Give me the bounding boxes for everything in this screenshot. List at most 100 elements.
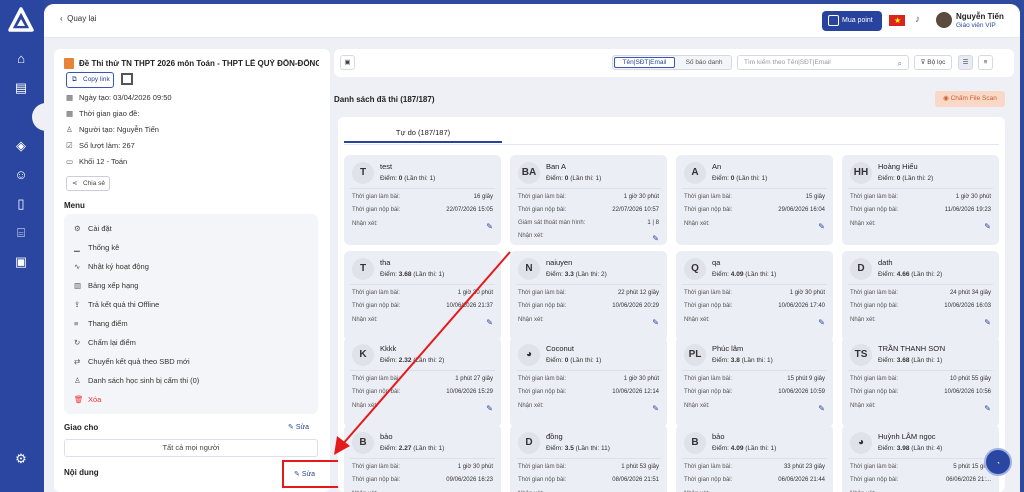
student-card[interactable]: ◕ Coconut Điểm: 0 (Lần thi: 1) Thời gian là… — [510, 337, 667, 427]
tab-divider — [344, 144, 999, 145]
edit-comment-icon[interactable]: ✎ — [486, 404, 493, 413]
edit-comment-icon[interactable]: ✎ — [984, 318, 991, 327]
home-icon[interactable]: ⌂ — [10, 50, 32, 68]
edit-comment-icon[interactable]: ✎ — [652, 404, 659, 413]
grid-view-icon[interactable]: ☰ — [958, 55, 973, 70]
vietnam-flag-icon[interactable]: ★ — [889, 15, 905, 26]
student-name: dath — [878, 258, 893, 267]
copy-link-button[interactable]: ⧉ Copy link — [66, 72, 114, 88]
student-card[interactable]: TS TRẦN THANH SƠN Điểm: 3.68 (Lần thi: 1) T… — [842, 337, 999, 427]
edit-comment-icon[interactable]: ✎ — [984, 222, 991, 231]
time-spent-value: 1 giờ 30 phút — [955, 194, 991, 200]
edit-comment-icon[interactable]: ✎ — [818, 222, 825, 231]
upload-icon: ⇪ — [74, 300, 81, 309]
menu-item-transfer-sbd[interactable]: ⇄ Chuyển kết quả theo SBD mới — [74, 357, 190, 366]
student-card[interactable]: Ttha Điểm: 3.68 (Lần thi: 1) Thời gian làm… — [344, 251, 501, 341]
bank-icon[interactable]: ⌸ — [10, 224, 32, 242]
cham-file-scan-button[interactable]: ◉ Chấm File Scan — [935, 91, 1005, 107]
document-icon[interactable]: ▤ — [10, 79, 32, 97]
comment-row: Nhận xét: — [518, 233, 659, 239]
layers-icon[interactable]: ◈ — [10, 137, 32, 155]
menu-item-label: Bảng xếp hạng — [88, 281, 139, 290]
student-name: Coconut — [546, 344, 574, 353]
student-card[interactable]: Ttest Điểm: 0 (Lần thi: 1) Thời gian làm b… — [344, 155, 501, 245]
folder-icon[interactable]: ▭ — [10, 108, 32, 126]
avatar: HH — [850, 162, 872, 184]
submit-time-row: Thời gian nộp bài: 06/06/2026 21:... — [850, 477, 991, 483]
student-name: bảo — [712, 432, 725, 441]
gear-icon: ⚙ — [74, 224, 81, 233]
menu-item-statistics[interactable]: ▁ Thống kê — [74, 243, 119, 252]
score-value: 3.68 — [398, 271, 412, 278]
users-icon[interactable]: ☺ — [10, 166, 32, 184]
edit-comment-icon[interactable]: ✎ — [486, 318, 493, 327]
notebook-icon[interactable]: ▣ — [10, 253, 32, 271]
edit-comment-icon[interactable]: ✎ — [652, 234, 659, 243]
comment-row: Nhận xét: — [850, 403, 991, 409]
student-card[interactable]: HH Hoàng Hiếu Điểm: 0 (Lần thi: 2) Thời gia… — [842, 155, 999, 245]
menu-item-ranking[interactable]: ▥ Bảng xếp hạng — [74, 281, 138, 290]
assign-target-field[interactable]: Tất cả mọi người — [64, 439, 318, 457]
student-score: Điểm: 0 (Lần thi: 2) — [878, 175, 933, 182]
card-divider — [350, 458, 495, 459]
student-card[interactable]: Bbảo Điểm: 2.27 (Lần thi: 1) Thời gian làm… — [344, 425, 501, 492]
student-card[interactable]: BA Ban A Điểm: 0 (Lần thi: 1) Thời gian làm… — [510, 155, 667, 245]
student-card[interactable]: PL Phúc lâm Điểm: 3.8 (Lần thi: 1) Thời gia… — [676, 337, 833, 427]
menu-item-banned-students[interactable]: ♙ Danh sách học sinh bị cấm thi (0) — [74, 376, 199, 385]
app-logo-icon[interactable] — [7, 6, 35, 34]
search-mode-name[interactable]: Tên|SĐT|Email — [614, 57, 675, 68]
student-name: TRẦN THANH SƠN — [878, 344, 946, 353]
filter-button[interactable]: ⊽ Bộ lọc — [914, 55, 952, 70]
student-card[interactable]: K Kkkk Điểm: 2.32 (Lần thi: 2) Thời gian là… — [344, 337, 501, 427]
edit-comment-icon[interactable]: ✎ — [984, 404, 991, 413]
submit-time-label: Thời gian nộp bài: — [850, 303, 899, 309]
attempt-count: (Lần thi: 2) — [902, 175, 934, 182]
time-spent-value: 1 phút 53 giây — [621, 464, 659, 470]
tab-tu-do[interactable]: Tự do (187/187) — [344, 123, 502, 143]
attempt-count: (Lần thi: 1) — [570, 175, 602, 182]
search-input[interactable]: Tìm kiếm theo Tên|SĐT|Email ⌕ — [737, 55, 909, 70]
student-card[interactable]: Qqa Điểm: 4.09 (Lần thi: 1) Thời gian làm … — [676, 251, 833, 341]
time-spent-row: Thời gian làm bài: 1 giờ 30 phút — [518, 194, 659, 200]
avatar[interactable] — [936, 12, 952, 28]
card-divider — [516, 188, 661, 189]
student-card[interactable]: A An Điểm: 0 (Lần thi: 1) Thời gian làm bài… — [676, 155, 833, 245]
time-spent-value: 16 giây — [473, 194, 493, 200]
student-card[interactable]: Nnaiuyen Điểm: 3.3 (Lần thi: 2) Thời gian … — [510, 251, 667, 341]
menu-item-activity-log[interactable]: ∿ Nhật ký hoạt động — [74, 262, 149, 271]
menu-item-delete[interactable]: 🗑 Xóa — [74, 395, 101, 404]
card-divider — [516, 458, 661, 459]
list-view-icon[interactable]: ≡ — [978, 55, 993, 70]
filter-label: Bộ lọc — [927, 59, 946, 66]
search-mode-sbd[interactable]: Số báo danh — [677, 57, 731, 68]
student-score: Điểm: 4.09 (Lần thi: 1) — [712, 445, 776, 452]
giao-cho-edit-button[interactable]: ✎ Sửa — [288, 423, 309, 431]
time-spent-value: 22 phút 12 giây — [617, 290, 659, 296]
menu-item-score-scale[interactable]: ≡ Thang điểm — [74, 319, 128, 328]
edit-comment-icon[interactable]: ✎ — [486, 222, 493, 231]
student-card[interactable]: ◕ Huỳnh LÂM ngọc Điểm: 3.98 (Lần thi: 4) Th… — [842, 425, 999, 492]
score-label: Điểm: — [546, 271, 563, 278]
edit-comment-icon[interactable]: ✎ — [818, 318, 825, 327]
settings-gear-icon[interactable]: ⚙ — [10, 450, 32, 468]
book-icon[interactable]: ▯ — [10, 195, 32, 213]
student-card[interactable]: Bbảo Điểm: 4.09 (Lần thi: 1) Thời gian làm… — [676, 425, 833, 492]
share-icon: ⋖ — [72, 180, 78, 187]
menu-item-settings[interactable]: ⚙ Cài đặt — [74, 224, 112, 233]
student-card[interactable]: Dđồng Điểm: 3.5 (Lần thi: 11) Thời gian là… — [510, 425, 667, 492]
edit-comment-icon[interactable]: ✎ — [652, 318, 659, 327]
student-card[interactable]: Ddath Điểm: 4.66 (Lần thi: 2) Thời gian là… — [842, 251, 999, 341]
back-button[interactable]: ‹ Quay lại — [60, 14, 96, 23]
submit-time-value: 11/06/2026 19:23 — [944, 207, 991, 213]
edit-comment-icon[interactable]: ✎ — [818, 404, 825, 413]
mua-point-button[interactable]: Mua point — [822, 11, 882, 31]
menu-item-regrade[interactable]: ↻ Chấm lại điểm — [74, 338, 136, 347]
bell-icon[interactable]: ♪ — [915, 14, 927, 26]
collapse-panel-icon[interactable]: ▣ — [340, 55, 355, 70]
submit-time-value: 08/06/2026 21:51 — [612, 477, 659, 483]
qr-code-icon[interactable] — [121, 73, 133, 85]
menu-item-offline-results[interactable]: ⇪ Trả kết quả thi Offline — [74, 300, 159, 309]
chat-support-button[interactable]: ◔ — [984, 448, 1012, 476]
avatar: K — [352, 344, 374, 366]
share-button[interactable]: ⋖ Chia sẻ — [66, 176, 110, 191]
